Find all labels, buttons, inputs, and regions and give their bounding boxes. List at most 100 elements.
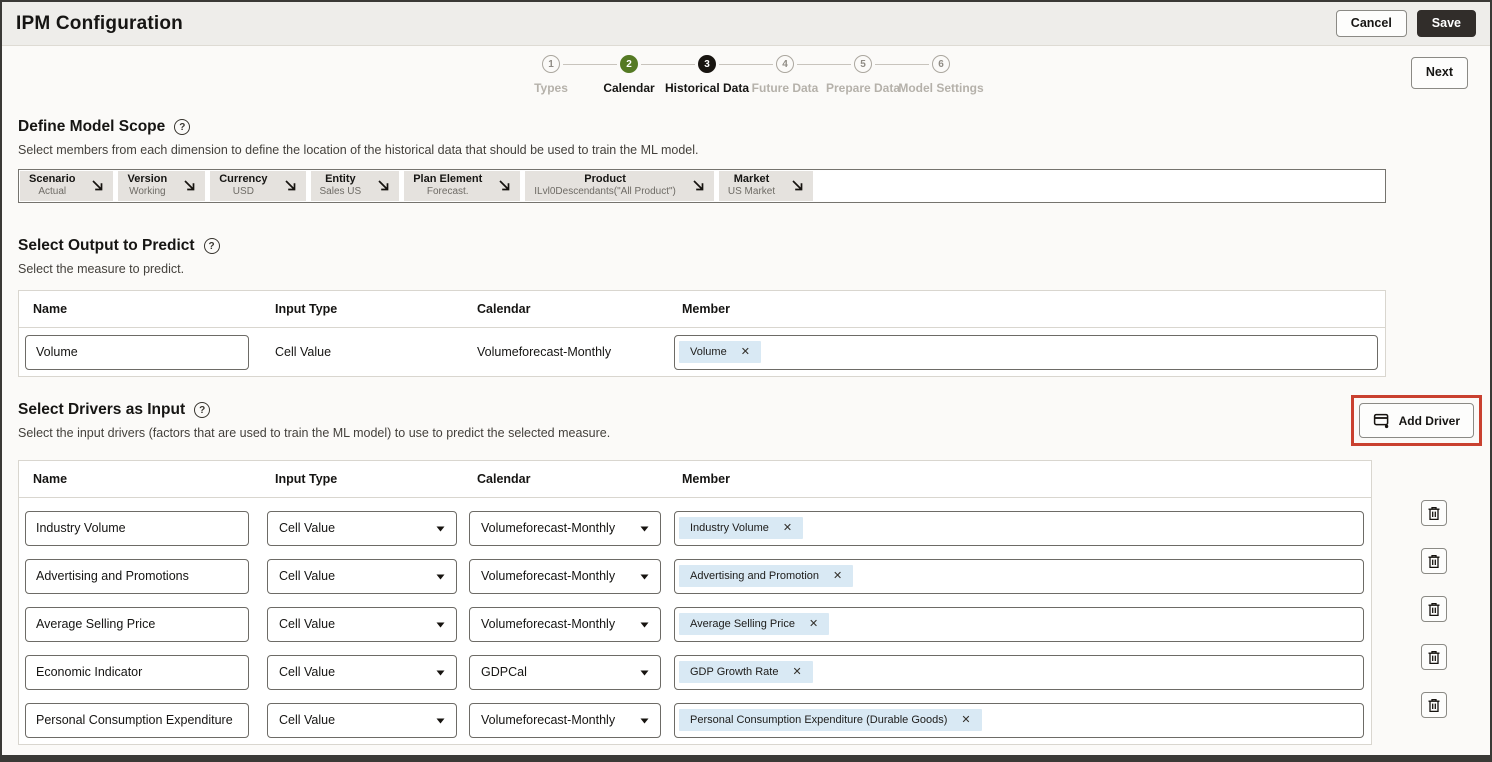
dropdown-caret-icon	[436, 617, 445, 631]
remove-member-icon[interactable]: ✕	[783, 522, 792, 534]
dimension-product[interactable]: Product ILvl0Descendants("All Product")	[525, 171, 714, 201]
section-title: Define Model Scope	[18, 118, 166, 135]
dropdown-caret-icon	[436, 665, 445, 679]
dropdown-caret-icon	[436, 569, 445, 583]
dimension-plan-element[interactable]: Plan Element Forecast.	[404, 171, 521, 201]
add-driver-button[interactable]: Add Driver	[1358, 403, 1474, 438]
step-calendar[interactable]: 2 Calendar	[563, 55, 668, 95]
input-type-select[interactable]: Cell Value	[267, 654, 457, 690]
driver-member-field[interactable]: GDP Growth Rate ✕	[674, 654, 1364, 690]
member-chip: Advertising and Promotion ✕	[679, 565, 854, 587]
driver-name-input[interactable]	[25, 702, 249, 738]
column-header-member: Member	[682, 302, 730, 316]
step-types[interactable]: 1 Types	[512, 55, 590, 95]
step-circle: 6	[932, 55, 950, 73]
dimension-entity[interactable]: Entity Sales US	[310, 171, 400, 201]
dimension-name: Plan Element	[413, 172, 483, 185]
step-circle: 3	[698, 55, 716, 73]
step-model-settings[interactable]: 6 Model Settings	[875, 55, 984, 95]
driver-row: Cell Value Volumeforecast-Monthly Indust…	[19, 504, 1371, 552]
remove-member-icon[interactable]: ✕	[792, 666, 801, 678]
input-type-select[interactable]: Cell Value	[267, 558, 457, 594]
driver-member-field[interactable]: Advertising and Promotion ✕	[674, 558, 1364, 594]
remove-member-icon[interactable]: ✕	[833, 570, 842, 582]
section-title: Select Output to Predict	[18, 237, 195, 254]
driver-row: Cell Value Volumeforecast-Monthly Averag…	[19, 600, 1371, 648]
member-selector-icon	[183, 179, 196, 192]
dropdown-caret-icon	[436, 713, 445, 727]
calendar-select[interactable]: Volumeforecast-Monthly	[469, 558, 661, 594]
dimension-version[interactable]: Version Working	[118, 171, 206, 201]
member-chip: Average Selling Price ✕	[679, 613, 830, 635]
save-button[interactable]: Save	[1416, 9, 1476, 38]
output-name-input[interactable]	[25, 334, 249, 370]
dropdown-caret-icon	[640, 617, 649, 631]
member-selector-icon	[498, 179, 511, 192]
input-type-select[interactable]: Cell Value	[267, 702, 457, 738]
calendar-select[interactable]: Volumeforecast-Monthly	[469, 606, 661, 642]
calendar-select[interactable]: GDPCal	[469, 654, 661, 690]
driver-name-input[interactable]	[25, 606, 249, 642]
dimension-member: ILvl0Descendants("All Product")	[534, 186, 676, 198]
driver-member-field[interactable]: Personal Consumption Expenditure (Durabl…	[674, 702, 1364, 738]
cancel-button[interactable]: Cancel	[1335, 9, 1407, 38]
calendar-select[interactable]: Volumeforecast-Monthly	[469, 702, 661, 738]
column-header-calendar: Calendar	[477, 472, 531, 486]
member-chip: Volume ✕	[679, 341, 761, 363]
help-icon[interactable]: ?	[194, 402, 211, 418]
driver-member-field[interactable]: Average Selling Price ✕	[674, 606, 1364, 642]
delete-driver-button[interactable]	[1420, 692, 1447, 718]
help-icon[interactable]: ?	[203, 238, 220, 254]
step-circle: 1	[542, 55, 560, 73]
dimension-member: Working	[129, 186, 166, 198]
step-future-data[interactable]: 4 Future Data	[719, 55, 824, 95]
remove-member-icon[interactable]: ✕	[961, 714, 970, 726]
column-header-member: Member	[682, 472, 730, 486]
member-chip-label: Volume	[690, 346, 727, 358]
dropdown-caret-icon	[436, 521, 445, 535]
step-label: Future Data	[751, 81, 819, 95]
output-input-type-value: Cell Value	[275, 345, 332, 359]
remove-member-icon[interactable]: ✕	[809, 618, 818, 630]
add-driver-label: Add Driver	[1398, 413, 1460, 428]
dimension-scenario[interactable]: Scenario Actual	[20, 171, 114, 201]
member-chip-label: Industry Volume	[690, 522, 769, 534]
member-chip-label: Average Selling Price	[690, 618, 795, 630]
member-chip-label: GDP Growth Rate	[690, 666, 779, 678]
member-selector-icon	[791, 179, 804, 192]
calendar-select[interactable]: Volumeforecast-Monthly	[469, 510, 661, 546]
dimension-currency[interactable]: Currency USD	[210, 171, 306, 201]
driver-name-input[interactable]	[25, 510, 249, 546]
section-description: Select the measure to predict.	[18, 262, 185, 276]
member-selector-icon	[377, 179, 390, 192]
remove-member-icon[interactable]: ✕	[741, 346, 750, 358]
driver-row: Cell Value Volumeforecast-Monthly Person…	[19, 696, 1371, 744]
column-header-input-type: Input Type	[275, 472, 338, 486]
member-chip: Industry Volume ✕	[679, 517, 804, 539]
wizard-stepper: 1 Types 2 Calendar 3 Historical Data 4 F…	[2, 55, 1490, 95]
dimension-name: Currency	[219, 172, 268, 185]
step-label: Historical Data	[664, 81, 750, 95]
dimension-member: Actual	[38, 186, 67, 198]
input-type-select[interactable]: Cell Value	[267, 510, 457, 546]
dropdown-caret-icon	[640, 665, 649, 679]
output-member-field[interactable]: Volume ✕	[674, 334, 1378, 370]
delete-driver-button[interactable]	[1420, 644, 1447, 670]
help-icon[interactable]: ?	[174, 119, 191, 135]
select-drivers-section: Select Drivers as Input ? Select the inp…	[2, 377, 1490, 745]
section-title: Select Drivers as Input	[18, 401, 186, 418]
dimension-market[interactable]: Market US Market	[718, 171, 814, 201]
delete-driver-button[interactable]	[1420, 548, 1447, 574]
input-type-select[interactable]: Cell Value	[267, 606, 457, 642]
delete-driver-button[interactable]	[1420, 500, 1447, 526]
driver-name-input[interactable]	[25, 558, 249, 594]
select-output-section: Select Output to Predict ? Select the me…	[2, 237, 1490, 377]
next-button[interactable]: Next	[1410, 57, 1468, 89]
delete-driver-button[interactable]	[1420, 596, 1447, 622]
step-historical-data[interactable]: 3 Historical Data	[641, 55, 750, 95]
step-prepare-data[interactable]: 5 Prepare Data	[797, 55, 902, 95]
member-chip-label: Personal Consumption Expenditure (Durabl…	[690, 714, 948, 726]
section-description: Select members from each dimension to de…	[18, 143, 699, 157]
driver-member-field[interactable]: Industry Volume ✕	[674, 510, 1364, 546]
driver-name-input[interactable]	[25, 654, 249, 690]
